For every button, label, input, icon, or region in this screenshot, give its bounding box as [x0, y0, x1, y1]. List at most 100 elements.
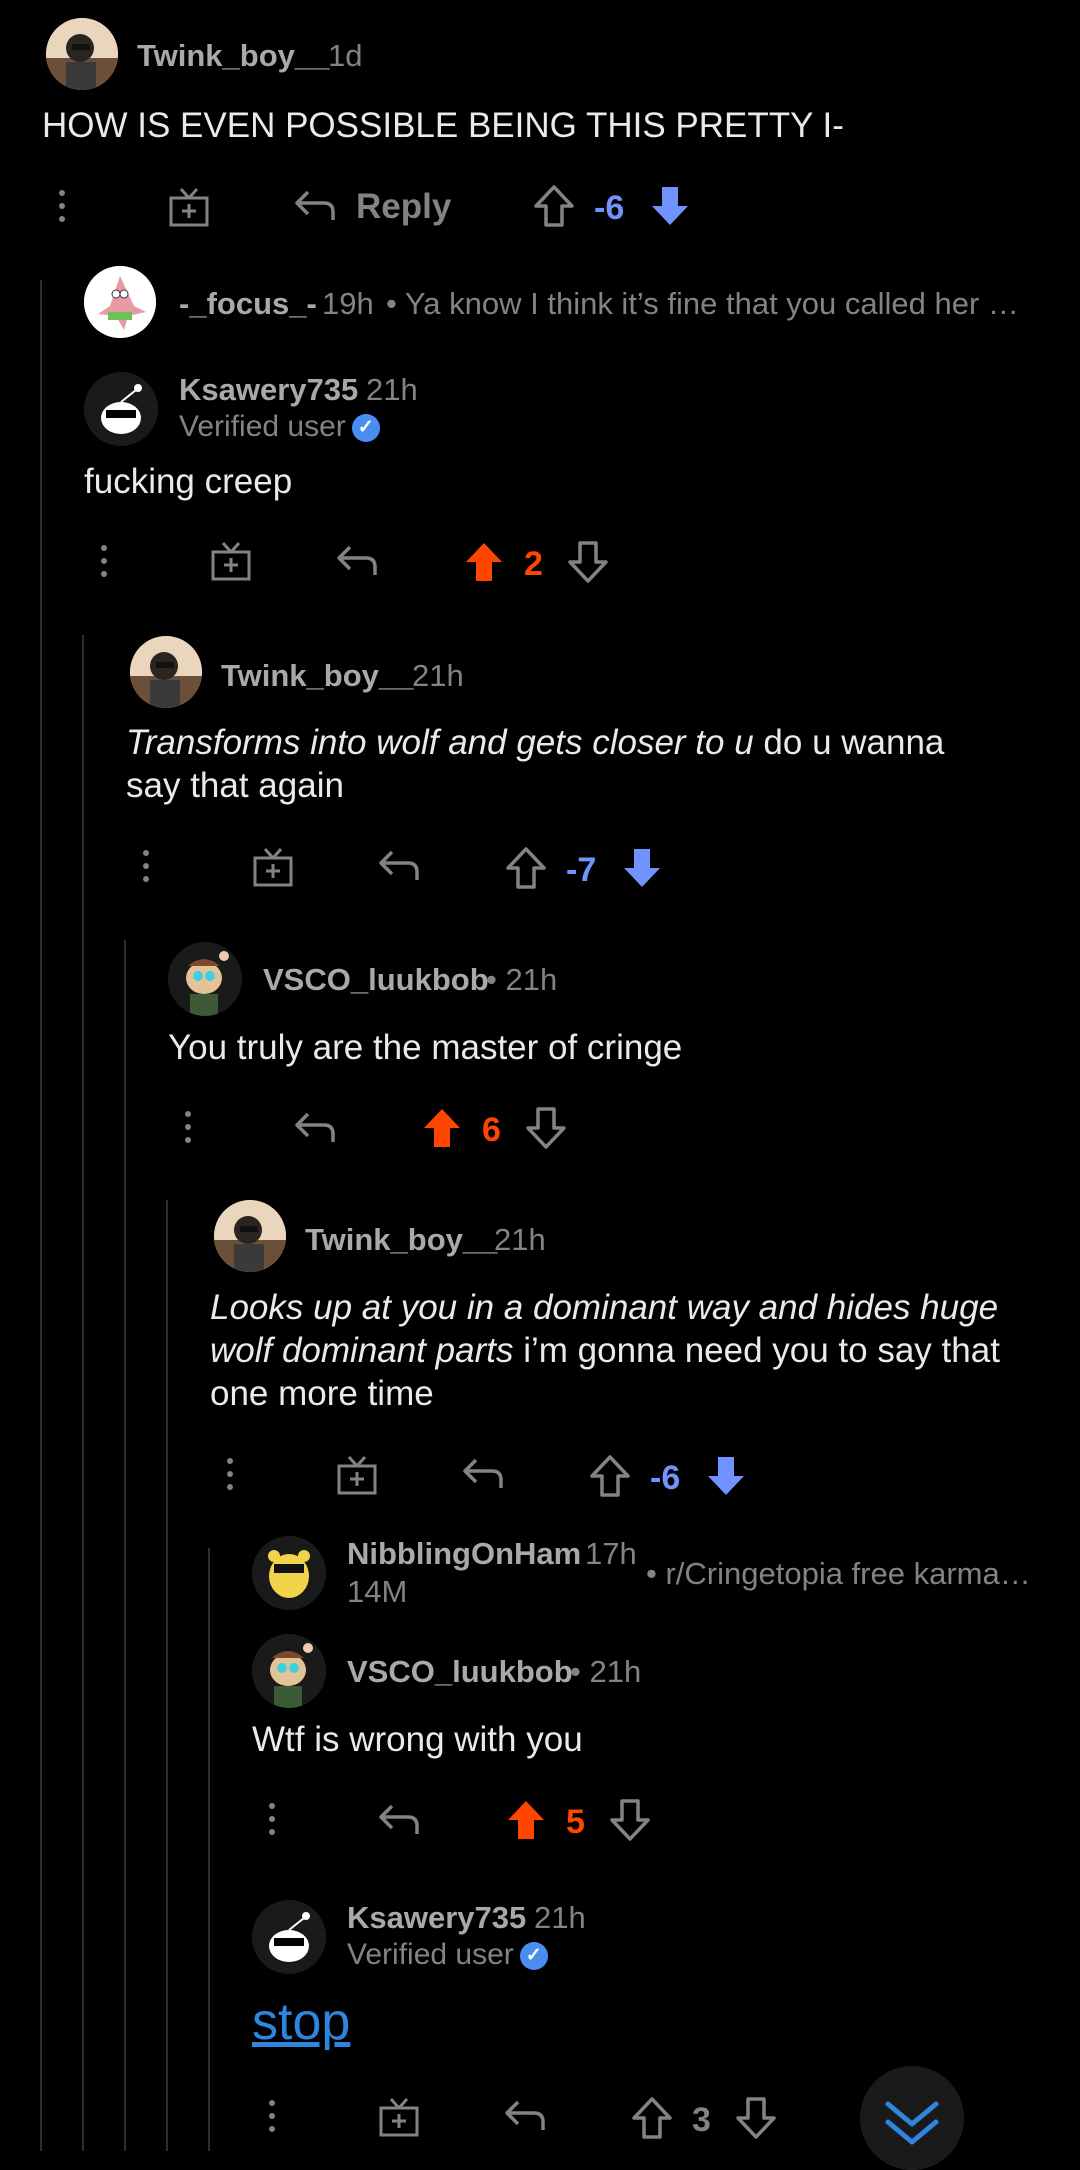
- username[interactable]: Ksawery735: [347, 1900, 526, 1936]
- flair-text: Verified user: [179, 410, 346, 443]
- award-icon[interactable]: [336, 1454, 378, 1496]
- upvote-icon[interactable]: [630, 2096, 674, 2140]
- comment-age: 21h: [534, 1900, 586, 1935]
- snoo-avatar-icon: [168, 942, 242, 1016]
- comment-text: You truly are the master of cringe: [168, 1028, 683, 1067]
- collapsed-preview[interactable]: • r/Cringetopia free karma…: [646, 1556, 1031, 1592]
- upvote-icon[interactable]: [504, 1798, 548, 1842]
- upvote-icon[interactable]: [504, 846, 548, 890]
- reply-button[interactable]: Reply: [356, 187, 451, 227]
- reply-icon[interactable]: [294, 188, 336, 224]
- avatar[interactable]: [84, 266, 156, 338]
- reply-icon[interactable]: [504, 2098, 546, 2134]
- comment-text: Looks up at you in a dominant way and hi…: [210, 1286, 1070, 1415]
- comment-text-italic: Looks up at you in a dominant way and hi…: [210, 1288, 999, 1327]
- username[interactable]: VSCO_luukbob: [263, 962, 489, 998]
- more-icon[interactable]: [143, 850, 149, 889]
- comment-age: 17h: [585, 1536, 637, 1571]
- avatar[interactable]: [252, 1536, 326, 1610]
- comment-text: Wtf is wrong with you: [252, 1720, 583, 1759]
- downvote-icon[interactable]: [704, 1454, 748, 1498]
- avatar[interactable]: [252, 1900, 326, 1974]
- comment-text-plain: do u wanna: [753, 723, 945, 762]
- downvote-icon[interactable]: [608, 1798, 652, 1842]
- award-icon[interactable]: [252, 846, 294, 888]
- thread-line-level1[interactable]: [40, 280, 42, 2151]
- snoo-avatar-icon: [252, 1536, 326, 1610]
- thread-line-level4[interactable]: [166, 1200, 168, 2151]
- reply-icon[interactable]: [336, 543, 378, 579]
- verified-icon: ✓: [519, 1942, 548, 1971]
- comment-text-italic: wolf dominant parts: [210, 1331, 514, 1370]
- user-photo-icon: [130, 636, 202, 708]
- award-icon[interactable]: [168, 186, 210, 228]
- thread-line-level3[interactable]: [124, 940, 126, 2151]
- avatar[interactable]: [252, 1634, 326, 1708]
- comment-age: • 21h: [570, 1654, 642, 1689]
- user-flair: Verified user ✓: [347, 1938, 548, 1972]
- more-icon[interactable]: [59, 190, 65, 229]
- more-icon[interactable]: [269, 1803, 275, 1842]
- avatar[interactable]: [168, 942, 242, 1016]
- username[interactable]: Twink_boy__: [305, 1222, 497, 1258]
- avatar[interactable]: [214, 1200, 286, 1272]
- snoo-avatar-icon: [84, 372, 158, 446]
- vote-score: 3: [692, 2101, 711, 2139]
- thread-line-level5[interactable]: [208, 1548, 210, 2151]
- vote-score: -6: [594, 189, 625, 227]
- reply-icon[interactable]: [294, 1110, 336, 1146]
- snoo-avatar-icon: [252, 1634, 326, 1708]
- comment-text: fucking creep: [84, 462, 293, 501]
- vote-score: -6: [650, 1459, 681, 1497]
- more-icon[interactable]: [185, 1111, 191, 1150]
- username[interactable]: -_focus_-: [179, 286, 317, 322]
- thread-line-level2[interactable]: [82, 635, 84, 2151]
- comment-age: 21h: [494, 1222, 546, 1257]
- upvote-icon[interactable]: [420, 1106, 464, 1150]
- vote-score: -7: [566, 851, 597, 889]
- avatar[interactable]: [84, 372, 158, 446]
- comment-text-plain: i’m gonna need you to say that: [513, 1331, 1000, 1370]
- downvote-icon[interactable]: [620, 846, 664, 890]
- reply-icon[interactable]: [462, 1456, 504, 1492]
- downvote-icon[interactable]: [734, 2096, 778, 2140]
- downvote-icon[interactable]: [566, 540, 610, 584]
- upvote-icon[interactable]: [462, 540, 506, 584]
- scroll-down-icon: [885, 2101, 939, 2145]
- upvote-icon[interactable]: [588, 1454, 632, 1498]
- comment-age: 19h: [322, 286, 374, 321]
- award-icon[interactable]: [378, 2096, 420, 2138]
- award-icon[interactable]: [210, 540, 252, 582]
- username[interactable]: NibblingOnHam: [347, 1536, 581, 1572]
- comment-text: Transforms into wolf and gets closer to …: [126, 721, 1026, 807]
- comment-text: HOW IS EVEN POSSIBLE BEING THIS PRETTY I…: [42, 106, 844, 145]
- reply-icon[interactable]: [378, 848, 420, 884]
- upvote-icon[interactable]: [532, 184, 576, 228]
- comment-text-plain: one more time: [210, 1374, 434, 1413]
- vote-score: 5: [566, 1803, 585, 1841]
- downvote-icon[interactable]: [648, 184, 692, 228]
- patrick-avatar-icon: [84, 266, 156, 338]
- comment-text-plain: say that again: [126, 766, 344, 805]
- username[interactable]: VSCO_luukbob: [347, 1654, 573, 1690]
- reply-icon[interactable]: [378, 1802, 420, 1838]
- collapsed-preview[interactable]: • Ya know I think it’s fine that you cal…: [386, 286, 1019, 322]
- comment-age: 21h: [366, 372, 418, 407]
- username[interactable]: Twink_boy__: [137, 38, 329, 74]
- avatar[interactable]: [46, 18, 118, 90]
- comment-link-text[interactable]: stop: [252, 1992, 350, 2052]
- username[interactable]: Twink_boy__: [221, 658, 413, 694]
- vote-score: 2: [524, 545, 543, 583]
- comment-text-italic: Transforms into wolf and gets closer to …: [126, 723, 754, 762]
- avatar[interactable]: [130, 636, 202, 708]
- downvote-icon[interactable]: [524, 1106, 568, 1150]
- user-flair: Verified user ✓: [179, 410, 380, 444]
- comment-age: 1d: [328, 38, 363, 73]
- more-icon[interactable]: [227, 1458, 233, 1497]
- scroll-next-comment-button[interactable]: [860, 2066, 964, 2170]
- username[interactable]: Ksawery735: [179, 372, 358, 408]
- more-icon[interactable]: [269, 2100, 275, 2139]
- verified-icon: ✓: [351, 414, 380, 443]
- more-icon[interactable]: [101, 545, 107, 584]
- comment-age: • 21h: [486, 962, 558, 997]
